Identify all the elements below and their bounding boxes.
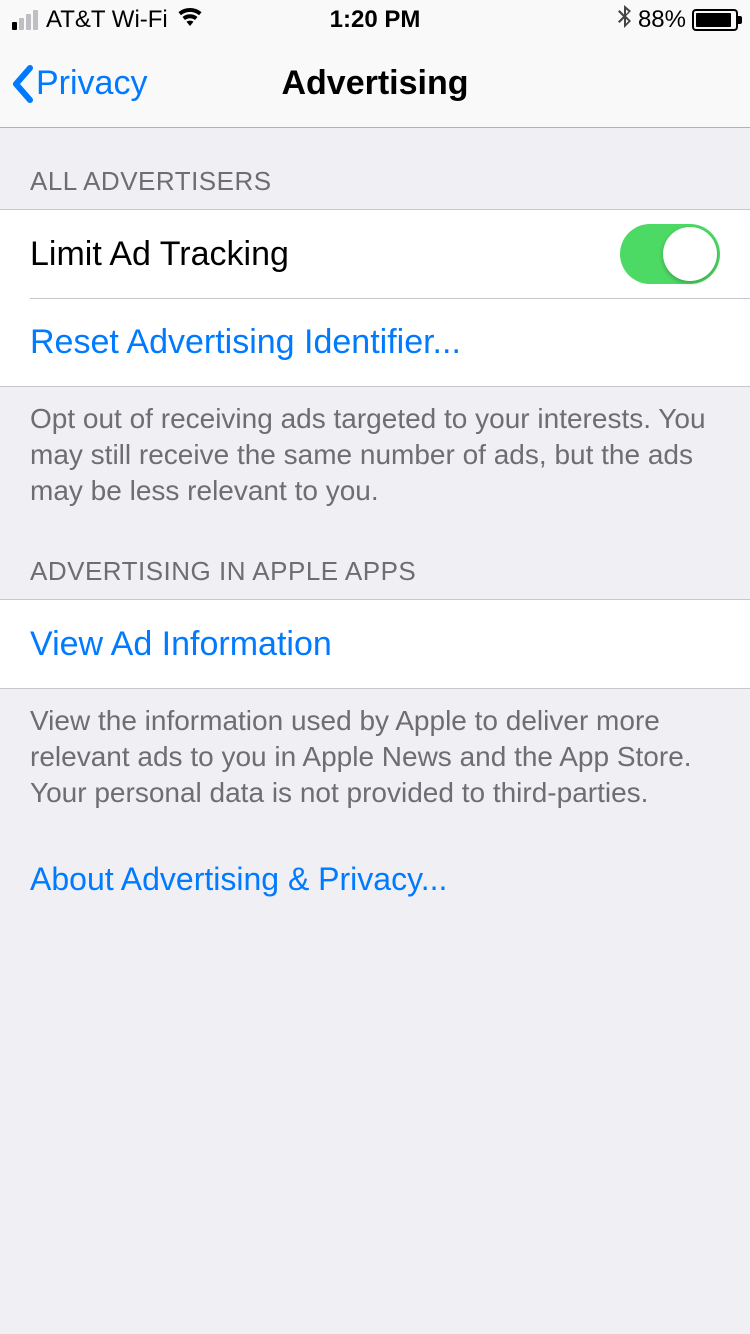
status-left: AT&T Wi-Fi xyxy=(12,6,204,34)
cell-limit-ad-tracking: Limit Ad Tracking xyxy=(0,210,750,298)
reset-identifier-label: Reset Advertising Identifier... xyxy=(30,323,461,362)
battery-percent: 88% xyxy=(638,6,686,34)
back-button[interactable]: Privacy xyxy=(10,64,147,104)
cell-group-apple-apps: View Ad Information xyxy=(0,599,750,689)
status-bar: AT&T Wi-Fi 1:20 PM 88% xyxy=(0,0,750,40)
wifi-icon xyxy=(176,7,204,33)
view-ad-info-label: View Ad Information xyxy=(30,625,332,664)
signal-icon xyxy=(12,10,38,30)
limit-ad-tracking-label: Limit Ad Tracking xyxy=(30,235,289,274)
cell-reset-identifier[interactable]: Reset Advertising Identifier... xyxy=(0,298,750,386)
section-footer-apple-apps: View the information used by Apple to de… xyxy=(0,689,750,820)
cell-group-all-advertisers: Limit Ad Tracking Reset Advertising Iden… xyxy=(0,209,750,387)
toggle-knob xyxy=(663,227,717,281)
about-advertising-privacy-link[interactable]: About Advertising & Privacy... xyxy=(0,821,750,908)
status-right: 88% xyxy=(618,5,738,35)
section-footer-all-advertisers: Opt out of receiving ads targeted to you… xyxy=(0,387,750,518)
section-header-apple-apps: ADVERTISING IN APPLE APPS xyxy=(0,518,750,599)
back-label: Privacy xyxy=(36,64,147,103)
battery-icon xyxy=(692,9,738,31)
cell-view-ad-info[interactable]: View Ad Information xyxy=(0,600,750,688)
page-title: Advertising xyxy=(281,64,468,103)
carrier-label: AT&T Wi-Fi xyxy=(46,6,168,34)
chevron-left-icon xyxy=(10,64,34,104)
bluetooth-icon xyxy=(618,5,632,35)
nav-bar: Privacy Advertising xyxy=(0,40,750,128)
limit-ad-tracking-toggle[interactable] xyxy=(620,224,720,284)
status-time: 1:20 PM xyxy=(330,6,421,34)
content: ALL ADVERTISERS Limit Ad Tracking Reset … xyxy=(0,128,750,908)
section-header-all-advertisers: ALL ADVERTISERS xyxy=(0,128,750,209)
